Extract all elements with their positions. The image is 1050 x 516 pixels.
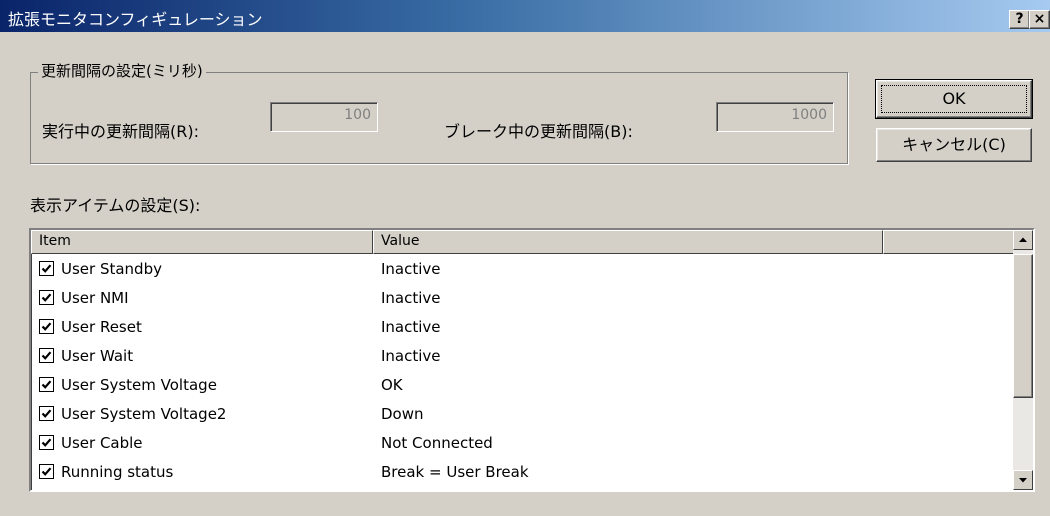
item-checkbox[interactable] — [39, 464, 54, 479]
check-icon — [41, 467, 52, 476]
list-rows: User Standby Inactive User NMI Inactive … — [31, 256, 1015, 488]
cancel-button-label: キャンセル(C) — [902, 135, 1006, 154]
running-interval-input[interactable]: 100 — [270, 102, 378, 132]
item-checkbox[interactable] — [39, 319, 54, 334]
table-row[interactable]: User Standby Inactive — [31, 256, 1015, 285]
down-arrow-icon — [1019, 478, 1027, 483]
item-name: User Cable — [61, 434, 143, 452]
table-row[interactable]: Running status Break = User Break — [31, 459, 1015, 488]
item-checkbox[interactable] — [39, 261, 54, 276]
item-value: Inactive — [381, 318, 441, 336]
scroll-thumb[interactable] — [1013, 254, 1033, 398]
check-icon — [41, 438, 52, 447]
help-button[interactable]: ? — [1009, 10, 1030, 29]
item-value: Inactive — [381, 347, 441, 365]
table-row[interactable]: User NMI Inactive — [31, 285, 1015, 314]
item-checkbox[interactable] — [39, 406, 54, 421]
check-icon — [41, 351, 52, 360]
table-row[interactable]: User System Voltage2 Down — [31, 401, 1015, 430]
check-icon — [41, 409, 52, 418]
item-value: OK — [381, 376, 403, 394]
item-value: Inactive — [381, 260, 441, 278]
item-name: User Wait — [61, 347, 134, 365]
title-bar: 拡張モニタコンフィギュレーション ? × — [0, 0, 1050, 32]
ok-button[interactable]: OK — [875, 79, 1033, 119]
scroll-down-button[interactable] — [1013, 470, 1033, 490]
item-value: Inactive — [381, 289, 441, 307]
window-title: 拡張モニタコンフィギュレーション — [8, 10, 263, 29]
table-row[interactable]: User Reset Inactive — [31, 314, 1015, 343]
item-name: User Reset — [61, 318, 142, 336]
check-icon — [41, 264, 52, 273]
item-value: Not Connected — [381, 434, 493, 452]
focus-indicator — [881, 85, 1027, 113]
list-header: Item Value — [31, 230, 1015, 254]
table-row[interactable]: User System Voltage OK — [31, 372, 1015, 401]
update-interval-legend: 更新間隔の設定(ミリ秒) — [38, 60, 206, 81]
item-name: User NMI — [61, 289, 129, 307]
item-checkbox[interactable] — [39, 435, 54, 450]
item-checkbox[interactable] — [39, 290, 54, 305]
display-items-list[interactable]: Item Value User Standby Inactive User NM… — [29, 228, 1035, 492]
cancel-button[interactable]: キャンセル(C) — [876, 128, 1032, 162]
item-value: Break = User Break — [381, 463, 529, 481]
break-interval-label: ブレーク中の更新間隔(B): — [444, 122, 633, 141]
break-interval-input[interactable]: 1000 — [716, 102, 834, 132]
check-icon — [41, 322, 52, 331]
item-checkbox[interactable] — [39, 377, 54, 392]
column-header-value[interactable]: Value — [373, 230, 883, 254]
column-header-item[interactable]: Item — [31, 230, 373, 254]
item-value: Down — [381, 405, 424, 423]
check-icon — [41, 380, 52, 389]
item-checkbox[interactable] — [39, 348, 54, 363]
table-row[interactable]: User Cable Not Connected — [31, 430, 1015, 459]
item-name: User Standby — [61, 260, 162, 278]
item-name: Running status — [61, 463, 174, 481]
check-icon — [41, 293, 52, 302]
running-interval-label: 実行中の更新間隔(R): — [42, 122, 199, 141]
column-header-extra[interactable] — [883, 230, 1015, 254]
close-button[interactable]: × — [1029, 10, 1050, 29]
scroll-up-button[interactable] — [1013, 230, 1033, 250]
vertical-scrollbar[interactable] — [1013, 230, 1033, 490]
up-arrow-icon — [1019, 237, 1027, 242]
display-items-label: 表示アイテムの設定(S): — [30, 196, 201, 215]
item-name: User System Voltage — [61, 376, 217, 394]
table-row[interactable]: User Wait Inactive — [31, 343, 1015, 372]
item-name: User System Voltage2 — [61, 405, 227, 423]
